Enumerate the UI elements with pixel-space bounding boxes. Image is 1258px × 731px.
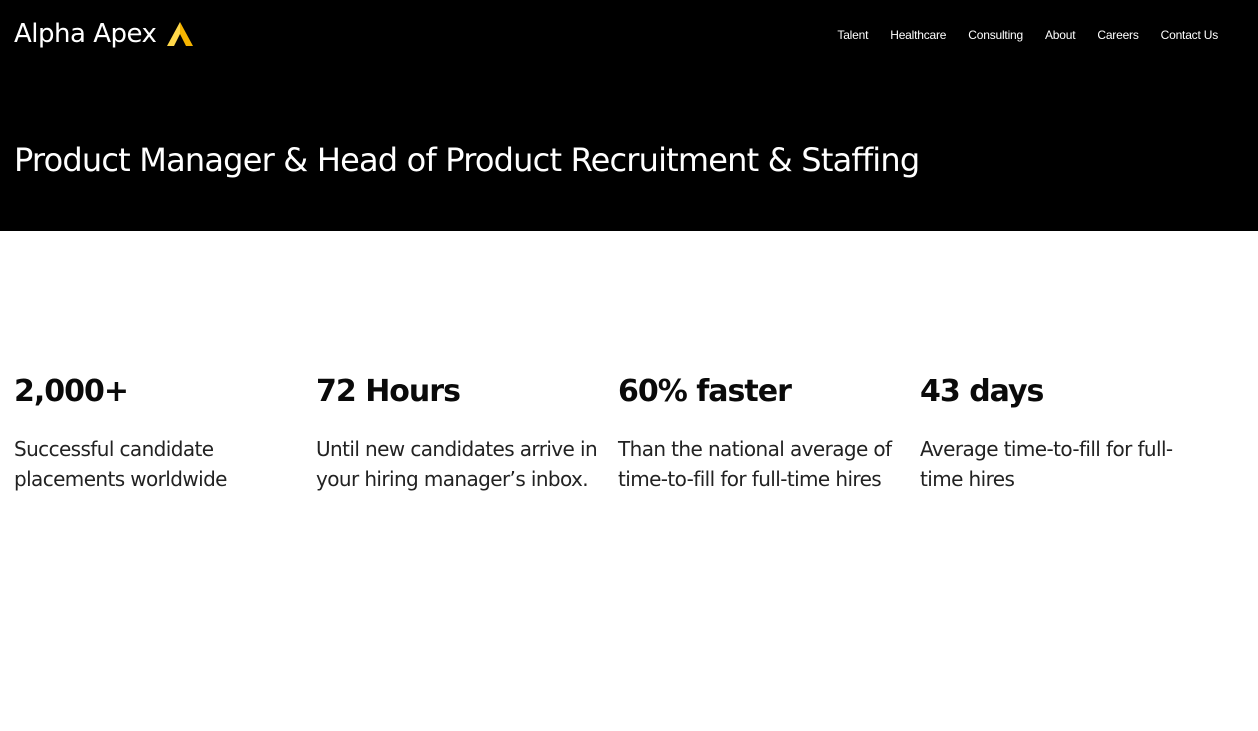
stat-response-time: 72 Hours Until new candidates arrive in … [316,370,606,494]
stat-value: 2,000+ [14,374,129,409]
nav-item-talent[interactable]: Talent [837,26,868,44]
page-title: Product Manager & Head of Product Recrui… [14,141,920,179]
nav-item-careers[interactable]: Careers [1097,26,1138,44]
nav-item-contact-us[interactable]: Contact Us [1161,26,1219,44]
stat-description: Until new candidates arrive in your hiri… [316,437,598,491]
site-header: Alpha Apex Talent Healthcare Consulting … [0,0,1258,231]
brand-name: Alpha Apex [14,19,157,49]
stat-time-to-fill: 43 days Average time-to-fill for full-ti… [920,370,1210,494]
nav-item-consulting[interactable]: Consulting [968,26,1023,44]
apex-triangle-icon [167,22,194,46]
stat-placements: 2,000+ Successful candidate placements w… [14,370,304,494]
main-nav: Talent Healthcare Consulting About Caree… [815,26,1218,44]
stats-section: 2,000+ Successful candidate placements w… [14,370,1234,510]
stat-description: Successful candidate placements worldwid… [14,437,227,491]
stat-value: 43 days [920,374,1044,409]
stat-description: Than the national average of time-to-fil… [618,437,892,491]
stat-value: 72 Hours [316,374,461,409]
stat-speed: 60% faster Than the national average of … [618,370,908,494]
nav-item-about[interactable]: About [1045,26,1076,44]
stat-value: 60% faster [618,374,792,409]
stat-description: Average time-to-fill for full-time hires [920,437,1173,491]
nav-item-healthcare[interactable]: Healthcare [890,26,946,44]
brand-logo[interactable]: Alpha Apex [14,16,194,52]
